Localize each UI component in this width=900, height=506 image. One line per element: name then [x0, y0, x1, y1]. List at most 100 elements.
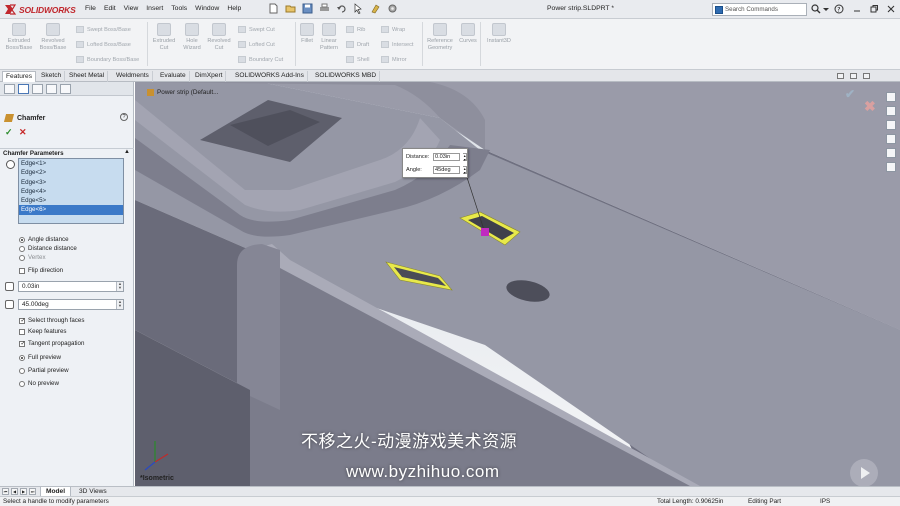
minimize-icon[interactable] [852, 4, 862, 14]
intersect-button[interactable]: Intersect [381, 41, 413, 48]
edge-selection-list[interactable]: Edge<1> Edge<2> Edge<3> Edge<4> Edge<5> … [18, 158, 124, 224]
lofted-cut-button[interactable]: Lofted Cut [238, 41, 275, 48]
search-dropdown-icon[interactable] [823, 4, 829, 14]
swept-boss-button[interactable]: Swept Boss/Base [76, 26, 131, 33]
tab-weldments[interactable]: Weldments [113, 71, 153, 82]
select-arrow-icon[interactable] [353, 3, 364, 14]
status-units[interactable]: IPS [820, 498, 830, 505]
extruded-boss-button[interactable]: Extruded Boss/Base [4, 23, 34, 52]
cancel-button[interactable]: ✕ [19, 127, 27, 138]
instant3d-button[interactable]: Instant3D [484, 23, 514, 45]
search-icon[interactable] [811, 4, 821, 14]
no-preview-option[interactable]: No preview [19, 380, 59, 387]
dimxpert-manager-icon[interactable] [46, 84, 57, 94]
partial-preview-option[interactable]: Partial preview [19, 367, 69, 374]
radio[interactable] [19, 245, 25, 252]
feature-manager-icon[interactable] [4, 84, 15, 94]
tab-dimxpert[interactable]: DimXpert [192, 71, 227, 82]
property-manager-icon[interactable] [18, 84, 29, 94]
linear-pattern-button[interactable]: Linear Pattern [316, 23, 342, 52]
help-question-icon[interactable]: ? [834, 4, 844, 14]
close-view-icon[interactable] [863, 73, 870, 79]
revolved-boss-button[interactable]: Revolved Boss/Base [37, 23, 69, 52]
callout-spinner[interactable]: ▲ ▼ [463, 166, 467, 175]
save-icon[interactable] [302, 3, 313, 14]
callout-spinner[interactable]: ▲ ▼ [463, 153, 467, 162]
chamfer-parameters-section[interactable]: Chamfer Parameters ▲ [0, 148, 134, 157]
radio-selected[interactable] [19, 354, 25, 361]
checkbox-checked[interactable] [19, 340, 26, 348]
angle-distance-option[interactable]: Angle distance [19, 236, 69, 243]
options-gear-icon[interactable] [387, 3, 398, 14]
solidworks-logo[interactable]: SOLIDWORKS [4, 3, 76, 16]
configuration-manager-icon[interactable] [32, 84, 43, 94]
boundary-cut-button[interactable]: Boundary Cut [238, 56, 283, 63]
prev-tab-icon[interactable]: ◀ [11, 488, 18, 495]
list-item[interactable]: Edge<6> [19, 205, 123, 215]
close-icon[interactable] [886, 4, 896, 14]
angle-field[interactable]: 45.00deg ▲ ▼ [18, 299, 124, 310]
wrap-button[interactable]: Wrap [381, 26, 405, 33]
reference-geometry-button[interactable]: Reference Geometry [424, 23, 456, 52]
restore-icon[interactable] [869, 4, 879, 14]
play-icon[interactable] [850, 459, 878, 487]
ok-button[interactable]: ✓ [5, 127, 13, 138]
tangent-propagation-option[interactable]: Tangent propagation [19, 340, 84, 348]
draft-button[interactable]: Draft [346, 41, 369, 48]
custom-properties-icon[interactable] [886, 162, 896, 172]
tab-features[interactable]: Features [2, 71, 37, 82]
menu-insert[interactable]: Insert [146, 5, 163, 12]
distance-distance-option[interactable]: Distance distance [19, 245, 77, 252]
radio[interactable] [19, 254, 25, 261]
radio-selected[interactable] [19, 236, 25, 243]
keep-features-option[interactable]: Keep features [19, 328, 67, 335]
tab-mbd[interactable]: SOLIDWORKS MBD [312, 71, 381, 82]
list-item[interactable]: Edge<5> [19, 196, 123, 205]
collapse-chevron-icon[interactable]: ▲ [124, 149, 130, 155]
appearances-icon[interactable] [886, 148, 896, 158]
distance-spinner[interactable]: ▲ ▼ [116, 282, 123, 291]
curves-button[interactable]: Curves [457, 23, 479, 45]
first-tab-icon[interactable]: ⏮ [2, 488, 9, 495]
boundary-boss-button[interactable]: Boundary Boss/Base [76, 56, 139, 63]
radio[interactable] [19, 380, 25, 387]
menu-edit[interactable]: Edit [104, 5, 116, 12]
full-preview-option[interactable]: Full preview [19, 354, 61, 361]
checkbox-checked[interactable] [19, 317, 26, 325]
shell-button[interactable]: Shell [346, 56, 369, 63]
swept-cut-button[interactable]: Swept Cut [238, 26, 275, 33]
list-item[interactable]: Edge<1> [19, 159, 123, 168]
hole-wizard-button[interactable]: Hole Wizard [179, 23, 205, 52]
checkbox[interactable] [19, 328, 25, 335]
list-item[interactable]: Edge<2> [19, 168, 123, 177]
menu-view[interactable]: View [124, 5, 139, 12]
extruded-cut-button[interactable]: Extruded Cut [150, 23, 178, 52]
tile-icon[interactable] [837, 73, 844, 79]
breadcrumb[interactable]: Power strip (Default... [147, 89, 218, 96]
confirm-accept-icon[interactable]: ✔ [845, 87, 855, 101]
display-manager-icon[interactable] [60, 84, 71, 94]
print-icon[interactable] [319, 3, 330, 14]
tab-sheet-metal[interactable]: Sheet Metal [66, 71, 109, 82]
checkbox[interactable] [19, 267, 25, 274]
vertex-option[interactable]: Vertex [19, 254, 46, 261]
list-item[interactable]: Edge<4> [19, 187, 123, 196]
dimension-callout[interactable]: Distance: 0.03in ▲ ▼ Angle: 45deg ▲ ▼ [402, 148, 468, 178]
distance-field[interactable]: 0.03in ▲ ▼ [18, 281, 124, 292]
help-icon[interactable]: ? [120, 113, 128, 121]
maximize-icon[interactable] [850, 73, 857, 79]
menu-window[interactable]: Window [195, 5, 219, 12]
fillet-button[interactable]: Fillet [298, 23, 316, 45]
rebuild-icon[interactable] [370, 3, 381, 14]
lofted-boss-button[interactable]: Lofted Boss/Base [76, 41, 131, 48]
file-explorer-icon[interactable] [886, 120, 896, 130]
menu-help[interactable]: Help [227, 5, 241, 12]
chamfer-handle[interactable] [481, 228, 489, 236]
rib-button[interactable]: Rib [346, 26, 365, 33]
next-tab-icon[interactable]: ▶ [20, 488, 27, 495]
tab-sketch[interactable]: Sketch [38, 71, 66, 82]
last-tab-icon[interactable]: ⏭ [29, 488, 36, 495]
flip-direction-option[interactable]: Flip direction [19, 267, 63, 274]
list-item[interactable]: Edge<3> [19, 178, 123, 187]
tab-addins[interactable]: SOLIDWORKS Add-Ins [232, 71, 308, 82]
